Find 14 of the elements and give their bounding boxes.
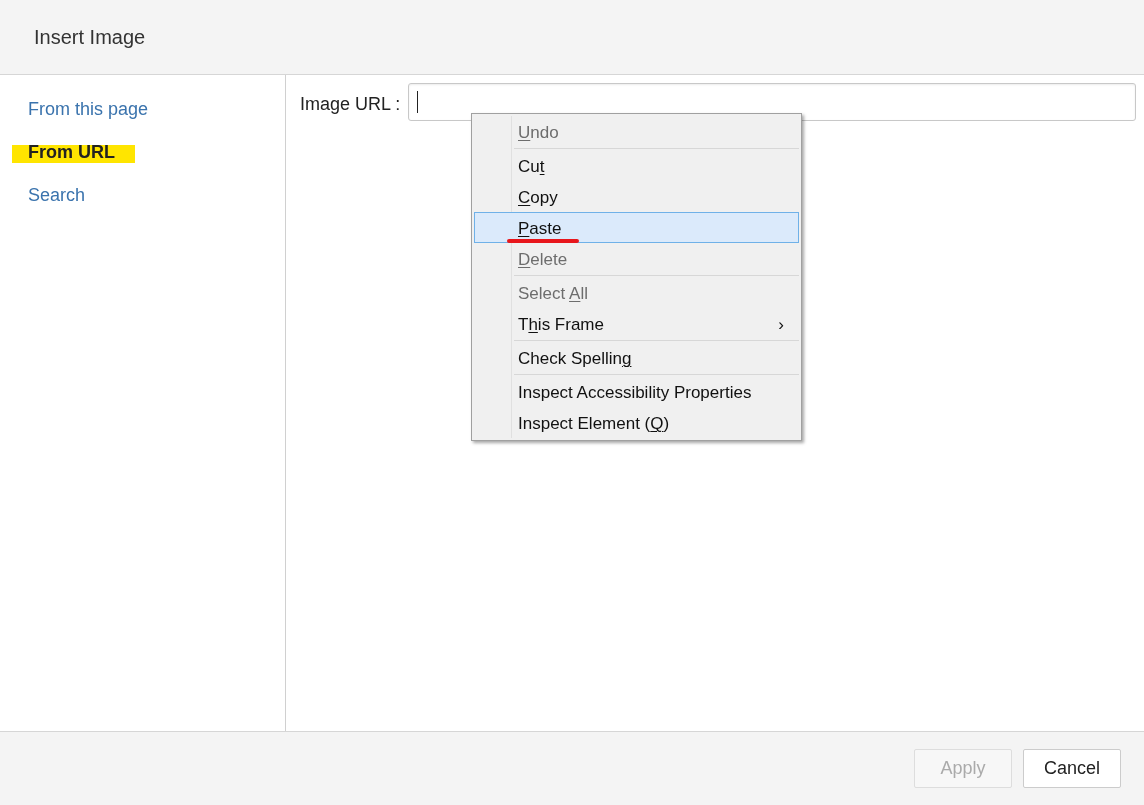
dialog-title: Insert Image (34, 25, 146, 49)
menu-item[interactable]: Copy (474, 181, 799, 212)
menu-item[interactable]: Check Spelling (474, 342, 799, 373)
sidebar-item[interactable]: Search (0, 184, 110, 208)
menu-item[interactable]: Inspect Accessibility Properties (474, 376, 799, 407)
submenu-arrow-icon: › (778, 309, 784, 338)
menu-item[interactable]: Cut (474, 150, 799, 181)
sidebar-item[interactable]: From this page (0, 98, 173, 122)
menu-item[interactable]: Paste (474, 212, 799, 243)
sidebar-item[interactable]: From URL (0, 141, 139, 165)
menu-item[interactable]: Inspect Element (Q) (474, 407, 799, 438)
menu-item[interactable]: This Frame › (474, 308, 799, 339)
cancel-button[interactable]: Cancel (1023, 749, 1121, 788)
field-label: Image URL : (300, 94, 401, 115)
